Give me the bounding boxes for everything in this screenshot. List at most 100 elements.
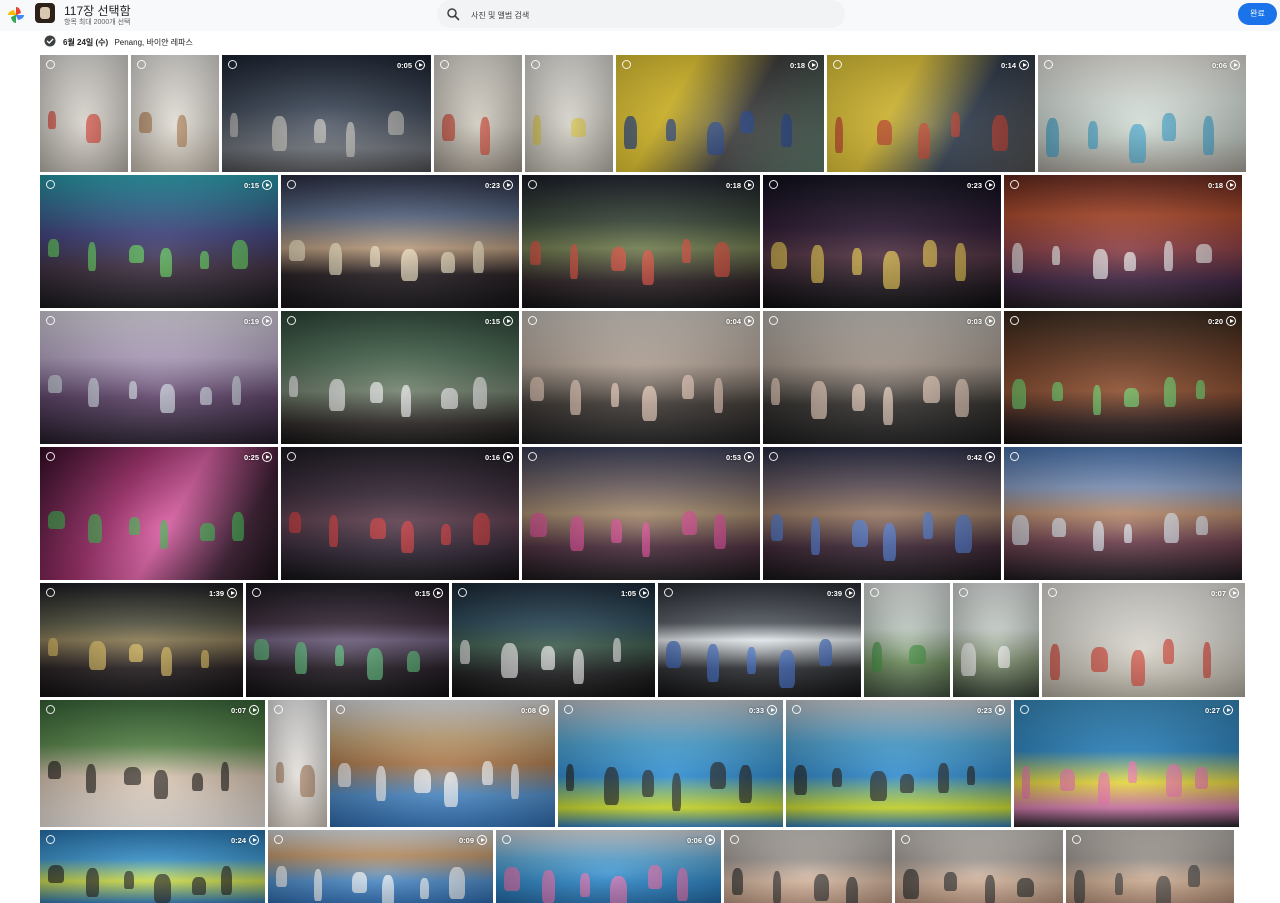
video-tile[interactable]: 0:33 xyxy=(558,700,783,827)
video-tile[interactable]: 0:14 xyxy=(827,55,1035,172)
tile-shading xyxy=(131,55,219,172)
select-checkbox[interactable] xyxy=(769,180,778,189)
select-checkbox[interactable] xyxy=(792,705,801,714)
select-checkbox[interactable] xyxy=(1010,316,1019,325)
photo-tile[interactable] xyxy=(131,55,219,172)
select-checkbox[interactable] xyxy=(46,588,55,597)
video-tile[interactable]: 0:23 xyxy=(763,175,1001,308)
video-tile[interactable]: 0:23 xyxy=(786,700,1011,827)
video-tile[interactable]: 0:07 xyxy=(40,700,265,827)
select-checkbox[interactable] xyxy=(287,452,296,461)
video-tile[interactable]: 1:05 xyxy=(452,583,655,697)
photo-tile[interactable] xyxy=(525,55,613,172)
select-checkbox[interactable] xyxy=(870,588,879,597)
video-duration: 0:24 xyxy=(231,835,259,845)
video-tile[interactable]: 0:05 xyxy=(222,55,431,172)
select-checkbox[interactable] xyxy=(458,588,467,597)
photo-tile[interactable] xyxy=(953,583,1039,697)
select-checkbox[interactable] xyxy=(252,588,261,597)
video-tile[interactable]: 0:18 xyxy=(1004,175,1242,308)
video-tile[interactable]: 0:23 xyxy=(281,175,519,308)
select-checkbox[interactable] xyxy=(833,60,842,69)
video-tile[interactable]: 0:15 xyxy=(281,311,519,444)
tile-shading xyxy=(281,175,519,308)
select-checkbox[interactable] xyxy=(46,452,55,461)
select-checkbox[interactable] xyxy=(730,835,739,844)
video-tile[interactable]: 0:18 xyxy=(616,55,824,172)
tile-shading xyxy=(1004,175,1242,308)
video-tile[interactable]: 0:08 xyxy=(330,700,555,827)
play-icon xyxy=(1019,60,1029,70)
video-tile[interactable]: 0:16 xyxy=(281,447,519,580)
video-tile[interactable]: 0:19 xyxy=(40,311,278,444)
tile-shading xyxy=(522,175,760,308)
video-tile[interactable]: 0:42 xyxy=(763,447,1001,580)
select-checkbox[interactable] xyxy=(622,60,631,69)
tile-shading xyxy=(522,311,760,444)
video-duration: 1:39 xyxy=(209,588,237,598)
select-checkbox[interactable] xyxy=(228,60,237,69)
video-tile[interactable]: 0:25 xyxy=(40,447,278,580)
select-checkbox[interactable] xyxy=(1044,60,1053,69)
video-duration-text: 0:09 xyxy=(458,835,474,845)
select-checkbox[interactable] xyxy=(564,705,573,714)
select-checkbox[interactable] xyxy=(287,316,296,325)
video-tile[interactable]: 0:04 xyxy=(522,311,760,444)
photo-tile[interactable] xyxy=(434,55,522,172)
select-checkbox[interactable] xyxy=(528,180,537,189)
select-checkbox[interactable] xyxy=(1048,588,1057,597)
select-checkbox[interactable] xyxy=(531,60,540,69)
video-tile[interactable]: 0:15 xyxy=(246,583,449,697)
select-checkbox[interactable] xyxy=(769,452,778,461)
video-tile[interactable]: 0:20 xyxy=(1004,311,1242,444)
select-checkbox[interactable] xyxy=(46,316,55,325)
photo-tile[interactable] xyxy=(724,830,892,903)
select-checkbox[interactable] xyxy=(901,835,910,844)
select-checkbox[interactable] xyxy=(46,60,55,69)
photo-tile[interactable] xyxy=(895,830,1063,903)
select-checkbox[interactable] xyxy=(440,60,449,69)
select-checkbox[interactable] xyxy=(1010,452,1019,461)
video-tile[interactable]: 0:06 xyxy=(1038,55,1246,172)
select-checkbox[interactable] xyxy=(502,835,511,844)
video-duration-text: 0:16 xyxy=(484,452,500,462)
video-duration: 0:20 xyxy=(1208,316,1236,326)
video-tile[interactable]: 0:07 xyxy=(1042,583,1245,697)
select-checkbox[interactable] xyxy=(1020,705,1029,714)
video-tile[interactable]: 0:06 xyxy=(496,830,721,903)
select-checkbox[interactable] xyxy=(274,705,283,714)
video-tile[interactable]: 0:15 xyxy=(40,175,278,308)
video-duration-text: 0:27 xyxy=(1204,705,1220,715)
select-checkbox[interactable] xyxy=(528,452,537,461)
video-tile[interactable]: 0:27 xyxy=(1014,700,1239,827)
video-tile[interactable]: 0:09 xyxy=(268,830,493,903)
photo-tile[interactable] xyxy=(268,700,327,827)
video-tile[interactable]: 0:18 xyxy=(522,175,760,308)
select-checkbox[interactable] xyxy=(336,705,345,714)
tile-shading xyxy=(40,583,243,697)
select-checkbox[interactable] xyxy=(287,180,296,189)
photo-tile[interactable] xyxy=(40,55,128,172)
select-checkbox[interactable] xyxy=(1072,835,1081,844)
video-duration: 0:23 xyxy=(485,180,513,190)
select-checkbox[interactable] xyxy=(137,60,146,69)
photo-tile[interactable] xyxy=(864,583,950,697)
video-tile[interactable]: 0:53 xyxy=(522,447,760,580)
select-checkbox[interactable] xyxy=(664,588,673,597)
video-duration-text: 0:03 xyxy=(966,316,982,326)
select-checkbox[interactable] xyxy=(528,316,537,325)
video-tile[interactable]: 1:39 xyxy=(40,583,243,697)
photo-tile[interactable] xyxy=(1066,830,1234,903)
video-tile[interactable]: 0:39 xyxy=(658,583,861,697)
select-checkbox[interactable] xyxy=(46,705,55,714)
video-tile[interactable]: 0:24 xyxy=(40,830,265,903)
select-checkbox[interactable] xyxy=(959,588,968,597)
video-tile[interactable]: 0:03 xyxy=(763,311,1001,444)
select-checkbox[interactable] xyxy=(46,835,55,844)
select-checkbox[interactable] xyxy=(1010,180,1019,189)
photo-tile[interactable] xyxy=(1004,447,1242,580)
select-checkbox[interactable] xyxy=(46,180,55,189)
video-duration: 0:15 xyxy=(485,316,513,326)
select-checkbox[interactable] xyxy=(769,316,778,325)
select-checkbox[interactable] xyxy=(274,835,283,844)
